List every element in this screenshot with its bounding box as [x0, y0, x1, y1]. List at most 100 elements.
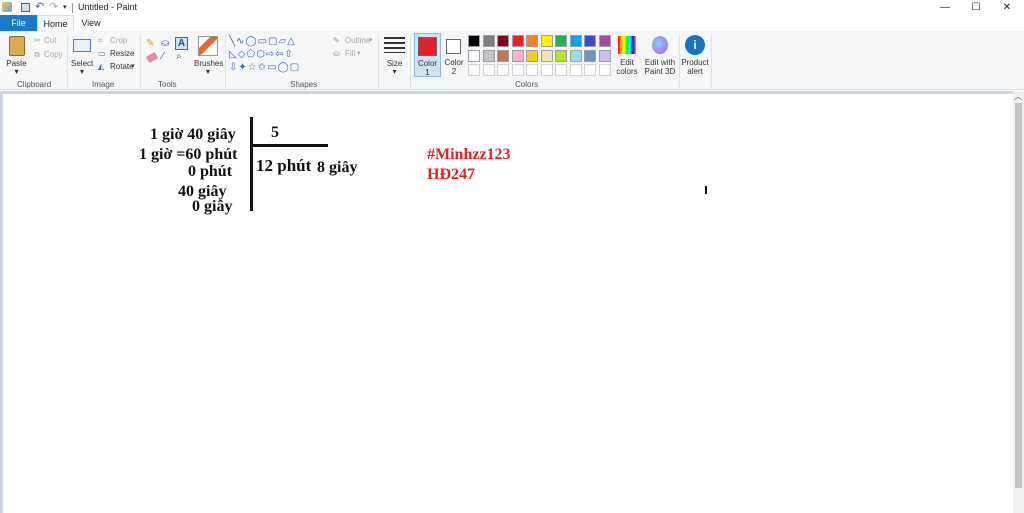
palette-swatch[interactable] [511, 35, 524, 47]
image-group-label: Image [92, 80, 115, 89]
canvas-quotient-b: 8 giây [317, 159, 358, 176]
palette-swatch[interactable] [482, 49, 495, 62]
palette-swatch[interactable] [468, 64, 480, 76]
canvas-quotient-a: 12 phút [256, 156, 312, 175]
palette-swatch[interactable] [497, 64, 509, 76]
palette-swatch[interactable] [584, 49, 596, 62]
division-vertical-line [250, 117, 253, 211]
palette-swatch[interactable] [555, 49, 567, 62]
product-alert-label: Product alert [681, 58, 709, 76]
product-alert-button[interactable]: i Product alert [681, 33, 709, 77]
brushes-button[interactable]: Brushes ▾ [194, 33, 223, 77]
size-button[interactable]: Size ▾ [382, 33, 407, 77]
polygon-icon[interactable]: ◺◇⬠⬡⇨⇦⇧ [229, 49, 294, 60]
drawing-canvas[interactable]: 1 giờ 40 giây 1 giờ =60 phút 0 phút 40 g… [3, 94, 1013, 513]
shapes-group-label: Shapes [290, 80, 318, 89]
rainbow-icon [618, 36, 636, 54]
canvas-text-line5: 0 giây [192, 198, 233, 215]
palette-swatch[interactable] [511, 64, 524, 76]
tab-home[interactable]: Home [37, 15, 74, 31]
brush-icon [198, 36, 218, 56]
scissors-icon: ✂ [34, 36, 41, 45]
divider [225, 34, 226, 88]
minimize-button[interactable]: — [930, 0, 960, 15]
crop-button[interactable]: Crop [110, 36, 127, 45]
outline-icon: ✎ [333, 36, 340, 45]
vertical-scrollbar[interactable]: ︿ [1013, 91, 1024, 513]
palette-swatch[interactable] [526, 35, 538, 47]
palette-swatch[interactable] [555, 35, 567, 47]
palette-swatch[interactable] [584, 35, 596, 47]
color1-swatch [418, 37, 437, 56]
pencil-icon[interactable]: ✎ [146, 38, 156, 49]
palette-swatch[interactable] [584, 64, 596, 76]
color1-button[interactable]: Color 1 [414, 33, 441, 77]
palette-swatch[interactable] [569, 64, 582, 76]
star-icon[interactable]: ⇩✦☆✩▭◯▢ [229, 62, 300, 73]
close-button[interactable]: ✕ [992, 0, 1022, 15]
color-picker-icon[interactable]: ⁄ [162, 51, 164, 62]
select-button[interactable]: Select ▾ [71, 33, 93, 77]
palette-swatch[interactable] [598, 64, 611, 76]
palette-swatch[interactable] [540, 49, 553, 62]
palette-swatch[interactable] [526, 64, 538, 76]
division-horizontal-line [252, 144, 328, 147]
eraser-icon[interactable] [145, 51, 159, 64]
copy-button[interactable]: Copy [44, 50, 63, 59]
palette-swatch[interactable] [526, 49, 538, 62]
fill-bucket-icon[interactable]: ⛀ [161, 38, 169, 49]
chevron-down-icon: ▾ [14, 67, 19, 76]
paste-button[interactable]: Paste ▾ [3, 33, 30, 77]
select-rect-icon [73, 39, 91, 52]
palette-swatch[interactable] [482, 35, 495, 47]
line-icon[interactable]: ╲∿◯▭▢▱△ [229, 36, 296, 47]
palette-swatch[interactable] [598, 35, 611, 47]
palette-swatch[interactable] [540, 35, 553, 47]
title-bar: ↶ ↷ ▾ Untitled - Paint — ☐ ✕ [0, 0, 1024, 15]
text-cursor [705, 186, 707, 194]
clipboard-group-label: Clipboard [17, 80, 52, 89]
edit-colors-button[interactable]: Edit colors [614, 33, 640, 77]
maximize-button[interactable]: ☐ [961, 0, 991, 15]
divider [140, 34, 141, 88]
divider [711, 34, 712, 88]
tools-group-label: Tools [158, 80, 177, 89]
palette-swatch[interactable] [511, 49, 524, 62]
title-separator [72, 3, 73, 13]
palette-swatch[interactable] [468, 35, 480, 47]
tab-view[interactable]: View [74, 15, 108, 31]
ribbon: Paste ▾ ✂ Cut ⧉ Copy Clipboard Select ▾ … [0, 31, 1024, 90]
scroll-up-icon[interactable]: ︿ [1014, 91, 1022, 102]
palette-swatch[interactable] [497, 35, 509, 47]
scrollbar-thumb[interactable] [1015, 103, 1022, 488]
edit-paint3d-button[interactable]: Edit with Paint 3D [643, 33, 677, 77]
chevron-down-icon: ▾ [131, 63, 135, 70]
canvas-text-line2: 1 giờ =60 phút [139, 146, 238, 163]
color2-button[interactable]: Color 2 [443, 33, 467, 77]
resize-button[interactable]: Resize [110, 49, 134, 58]
palette-swatch[interactable] [598, 49, 611, 62]
magnifier-icon[interactable]: ⌕ [176, 51, 182, 62]
text-tool-icon[interactable]: A [175, 37, 188, 50]
edit-paint3d-label: Edit with Paint 3D [644, 58, 676, 76]
shapes-gallery[interactable]: ╲∿◯▭▢▱△ ◺◇⬠⬡⇨⇦⇧ ⇩✦☆✩▭◯▢ [229, 35, 327, 75]
tab-file[interactable]: File [0, 15, 37, 31]
outline-button[interactable]: Outline [345, 36, 370, 45]
palette-swatch[interactable] [540, 64, 553, 76]
palette-swatch[interactable] [555, 64, 567, 76]
fill-button[interactable]: Fill [345, 49, 355, 58]
palette-swatch[interactable] [569, 35, 582, 47]
quick-access-dropdown-icon[interactable]: ▾ [63, 3, 67, 11]
palette-swatch[interactable] [468, 49, 480, 62]
cut-button[interactable]: Cut [44, 36, 56, 45]
info-icon: i [685, 35, 705, 55]
redo-icon[interactable]: ↷ [49, 0, 58, 13]
resize-icon: ▭ [98, 49, 106, 58]
palette-swatch[interactable] [482, 64, 495, 76]
color2-swatch [446, 39, 461, 54]
palette-swatch[interactable] [569, 49, 582, 62]
save-icon[interactable] [21, 3, 30, 12]
undo-icon[interactable]: ↶ [35, 0, 44, 13]
palette-swatch[interactable] [497, 49, 509, 62]
window-title: Untitled - Paint [78, 2, 138, 12]
